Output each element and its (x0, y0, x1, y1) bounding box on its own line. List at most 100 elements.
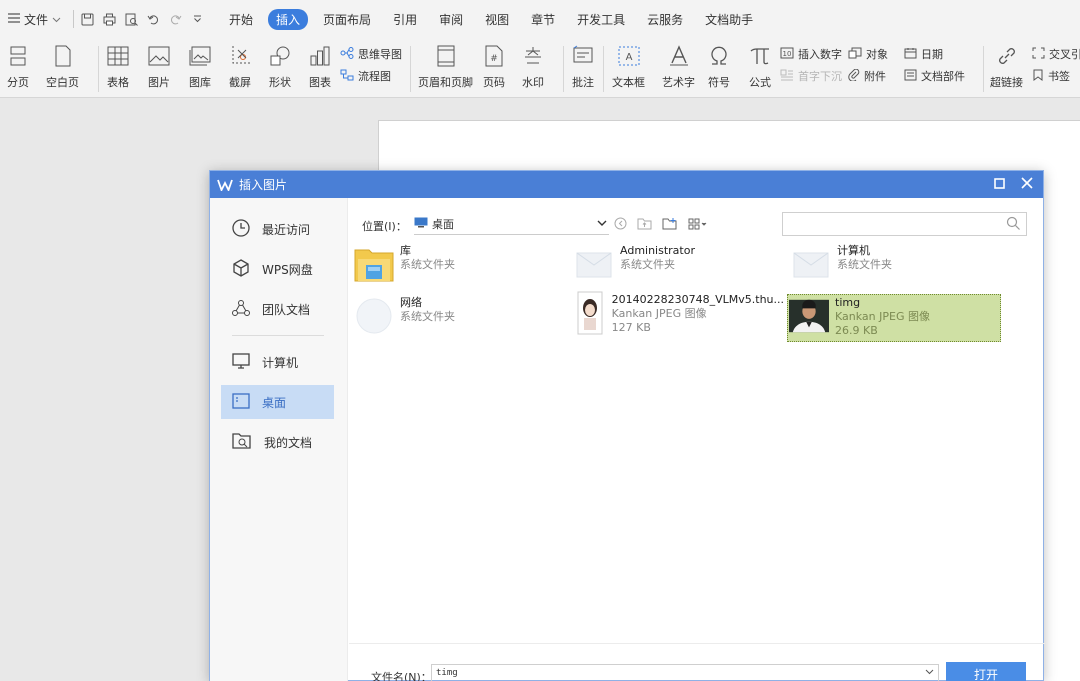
tab-insert[interactable]: 插入 (268, 8, 309, 30)
picture-button[interactable]: 图片 (147, 44, 171, 90)
file-menu-label: 文件 (24, 12, 49, 27)
sidebar-item-computer[interactable]: 计算机 (221, 345, 334, 379)
wps-logo-icon (217, 179, 233, 191)
wordart-button[interactable]: 艺术字 (662, 44, 695, 90)
redo-icon[interactable] (168, 12, 182, 26)
file-type: 系统文件夹 (400, 310, 455, 323)
date-button[interactable]: 日期 (904, 46, 943, 62)
file-menu[interactable]: 文件 (8, 11, 61, 28)
open-button[interactable]: 打开 (946, 662, 1026, 681)
filename-input[interactable]: timg (431, 664, 939, 681)
file-item-jpeg-anime[interactable]: 20140228230748_VLMv5.thu... Kankan JPEG … (574, 291, 784, 341)
attachment-button[interactable]: 附件 (848, 68, 886, 84)
divider (232, 335, 324, 336)
sidebar-item-desktop[interactable]: 桌面 (221, 385, 334, 419)
file-type: Kankan JPEG 图像 (835, 310, 930, 323)
file-type: 系统文件夹 (400, 258, 455, 271)
tab-view[interactable]: 视图 (474, 9, 520, 30)
shapes-button[interactable]: 形状 (268, 44, 292, 90)
table-button[interactable]: 表格 (106, 44, 130, 90)
sidebar-item-team-docs[interactable]: 团队文档 (221, 292, 334, 326)
search-input[interactable] (782, 212, 1027, 236)
new-folder-icon[interactable] (662, 217, 678, 233)
screenshot-button[interactable]: 截屏 (228, 44, 252, 90)
undo-icon[interactable] (146, 12, 160, 26)
file-item-timg[interactable]: timg Kankan JPEG 图像 26.9 KB (787, 294, 1001, 342)
mindmap-button[interactable]: 思维导图 (340, 46, 402, 62)
table-icon (106, 44, 130, 68)
tab-developer[interactable]: 开发工具 (566, 9, 636, 30)
cross-ref-button[interactable]: 交叉引 (1032, 46, 1080, 62)
file-item-computer[interactable]: 计算机 系统文件夹 (791, 244, 991, 286)
hyperlink-button[interactable]: 超链接 (990, 44, 1023, 90)
sidebar-item-wps-cloud[interactable]: WPS网盘 (221, 252, 334, 286)
view-mode-icon[interactable] (688, 218, 708, 233)
chart-button[interactable]: 图表 (308, 44, 332, 90)
file-name: Administrator (620, 244, 695, 257)
watermark-button[interactable]: 水印 (521, 44, 545, 90)
picture-icon (147, 44, 171, 68)
file-item-administrator[interactable]: Administrator 系统文件夹 (574, 244, 774, 286)
print-icon[interactable] (102, 12, 116, 26)
blank-page-button[interactable]: 空白页 (46, 44, 79, 90)
header-footer-button[interactable]: 页眉和页脚 (418, 44, 473, 90)
divider (983, 46, 984, 92)
file-item-library[interactable]: 库 系统文件夹 (354, 244, 554, 286)
tab-cloud-service[interactable]: 云服务 (636, 9, 694, 30)
save-icon[interactable] (80, 12, 94, 26)
up-folder-icon[interactable] (637, 217, 652, 233)
close-icon[interactable] (1021, 177, 1033, 192)
file-name: 网络 (400, 296, 422, 309)
file-item-network[interactable]: 网络 系统文件夹 (354, 296, 554, 338)
formula-button[interactable]: 公式 (748, 44, 772, 90)
tab-references[interactable]: 引用 (382, 9, 428, 30)
location-select[interactable]: 桌面 (414, 213, 609, 235)
table-label: 表格 (107, 76, 129, 89)
tab-page-layout[interactable]: 页面布局 (312, 9, 382, 30)
tab-section[interactable]: 章节 (520, 9, 566, 30)
svg-text:#: # (490, 54, 498, 64)
chevron-down-icon[interactable] (925, 668, 934, 678)
doc-parts-button[interactable]: 文档部件 (904, 68, 965, 84)
desktop-icon (232, 392, 250, 412)
team-icon (232, 299, 250, 320)
hyperlink-label: 超链接 (990, 76, 1023, 89)
file-size: 26.9 KB (835, 324, 878, 337)
watermark-icon (521, 44, 545, 68)
sidebar-item-label: WPS网盘 (262, 262, 313, 277)
sidebar-item-my-documents[interactable]: 我的文档 (221, 425, 334, 459)
tab-home[interactable]: 开始 (218, 9, 264, 30)
drop-cap-label: 首字下沉 (798, 70, 842, 83)
bookmark-label: 书签 (1048, 70, 1070, 83)
sidebar-item-recent[interactable]: 最近访问 (221, 212, 334, 246)
comment-button[interactable]: 批注 (571, 44, 595, 90)
back-icon[interactable] (614, 217, 627, 233)
divider (349, 643, 1045, 644)
page-break-button[interactable]: 分页 (6, 44, 30, 90)
flowchart-label: 流程图 (358, 70, 391, 83)
bookmark-button[interactable]: 书签 (1032, 68, 1070, 84)
drop-cap-button[interactable]: 首字下沉 (780, 68, 842, 84)
textbox-button[interactable]: A 文本框 (612, 44, 645, 90)
shapes-label: 形状 (269, 76, 291, 89)
symbol-label: 符号 (708, 76, 730, 89)
insert-number-button[interactable]: 10 插入数字 (780, 46, 842, 62)
shapes-icon (268, 44, 292, 68)
tab-review[interactable]: 审阅 (428, 9, 474, 30)
maximize-icon[interactable] (994, 177, 1005, 192)
gallery-button[interactable]: 图库 (188, 44, 212, 90)
page-number-button[interactable]: # 页码 (482, 44, 506, 90)
user-folder-icon (574, 244, 614, 284)
comment-label: 批注 (572, 76, 594, 89)
divider (98, 46, 99, 92)
print-preview-icon[interactable] (124, 12, 138, 26)
insert-number-icon: 10 (780, 47, 794, 62)
textbox-icon: A (617, 44, 641, 68)
symbol-button[interactable]: 符号 (707, 44, 731, 90)
customize-chevron-icon[interactable] (190, 12, 204, 26)
flowchart-button[interactable]: 流程图 (340, 68, 391, 84)
file-name: 库 (400, 244, 411, 257)
object-button[interactable]: 对象 (848, 46, 888, 62)
tab-doc-assistant[interactable]: 文档助手 (694, 9, 764, 30)
cross-ref-label: 交叉引 (1049, 48, 1080, 61)
